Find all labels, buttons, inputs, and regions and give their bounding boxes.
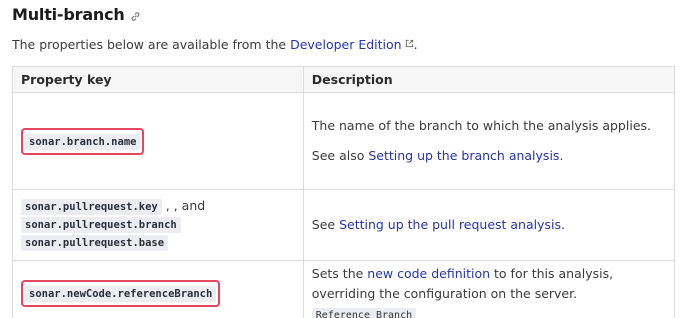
see-prefix: See also: [311, 148, 369, 163]
property-key-code: sonar.pullrequest.branch: [21, 217, 181, 233]
description-cell: See Setting up the pull request analysis…: [302, 189, 676, 261]
developer-edition-link[interactable]: Developer Edition: [290, 37, 402, 52]
description-cell: Sets the new code definition to for this…: [302, 260, 676, 318]
separator-text: , , and: [165, 198, 206, 213]
link-icon[interactable]: [130, 11, 141, 22]
table-row: sonar.newCode.referenceBranch Sets the n…: [12, 260, 676, 318]
description-text-2: overriding the configuration on the serv…: [311, 286, 578, 301]
table-row: sonar.branch.name The name of the branch…: [12, 92, 676, 190]
property-keys-stack: sonar.pullrequest.key, , and sonar.pullr…: [21, 198, 295, 252]
property-key-code: sonar.pullrequest.key: [21, 199, 162, 215]
highlight-box: sonar.branch.name: [21, 127, 145, 155]
see-suffix: .: [559, 148, 564, 163]
intro-suffix: .: [413, 37, 418, 52]
external-link-icon: [405, 39, 413, 48]
section-heading: Multi-branch: [12, 5, 141, 24]
description-text: Sets the new code definition to for this…: [312, 264, 666, 284]
reference-branch-code: Reference Branch: [311, 308, 417, 318]
see-text: See Setting up the pull request analysis…: [312, 215, 666, 235]
description-cell: The name of the branch to which the anal…: [302, 92, 676, 190]
property-key-cell: sonar.newCode.referenceBranch: [12, 260, 304, 318]
property-key-code: sonar.newCode.referenceBranch: [25, 286, 217, 302]
property-key-code: sonar.pullrequest.base: [21, 235, 169, 251]
branch-analysis-link[interactable]: Setting up the branch analysis: [368, 148, 559, 163]
header-property-key: Property key: [12, 66, 304, 93]
see-prefix: See: [311, 217, 340, 232]
see-suffix: .: [561, 217, 565, 232]
desc-suffix: to for this analysis,: [490, 266, 614, 281]
table-row: sonar.pullrequest.key, , and sonar.pullr…: [12, 189, 676, 261]
property-key-code: sonar.branch.name: [25, 133, 141, 150]
see-also-text: See also Setting up the branch analysis.: [312, 146, 666, 166]
new-code-definition-link[interactable]: new code definition: [367, 266, 490, 281]
section-title: Multi-branch: [12, 5, 125, 24]
desc-prefix: Sets the: [311, 266, 368, 281]
intro-text: The properties below are available from …: [12, 37, 418, 52]
intro-prefix: The properties below are available from …: [12, 37, 291, 52]
table-header-row: Property key Description: [12, 66, 676, 93]
header-description: Description: [302, 66, 676, 93]
description-text: The name of the branch to which the anal…: [311, 118, 651, 133]
property-key-cell: sonar.pullrequest.key, , and sonar.pullr…: [12, 189, 304, 261]
pull-request-analysis-link[interactable]: Setting up the pull request analysis: [339, 217, 561, 232]
properties-table: Property key Description sonar.branch.na…: [12, 66, 676, 318]
highlight-box: sonar.newCode.referenceBranch: [21, 280, 221, 307]
property-key-cell: sonar.branch.name: [12, 92, 304, 190]
